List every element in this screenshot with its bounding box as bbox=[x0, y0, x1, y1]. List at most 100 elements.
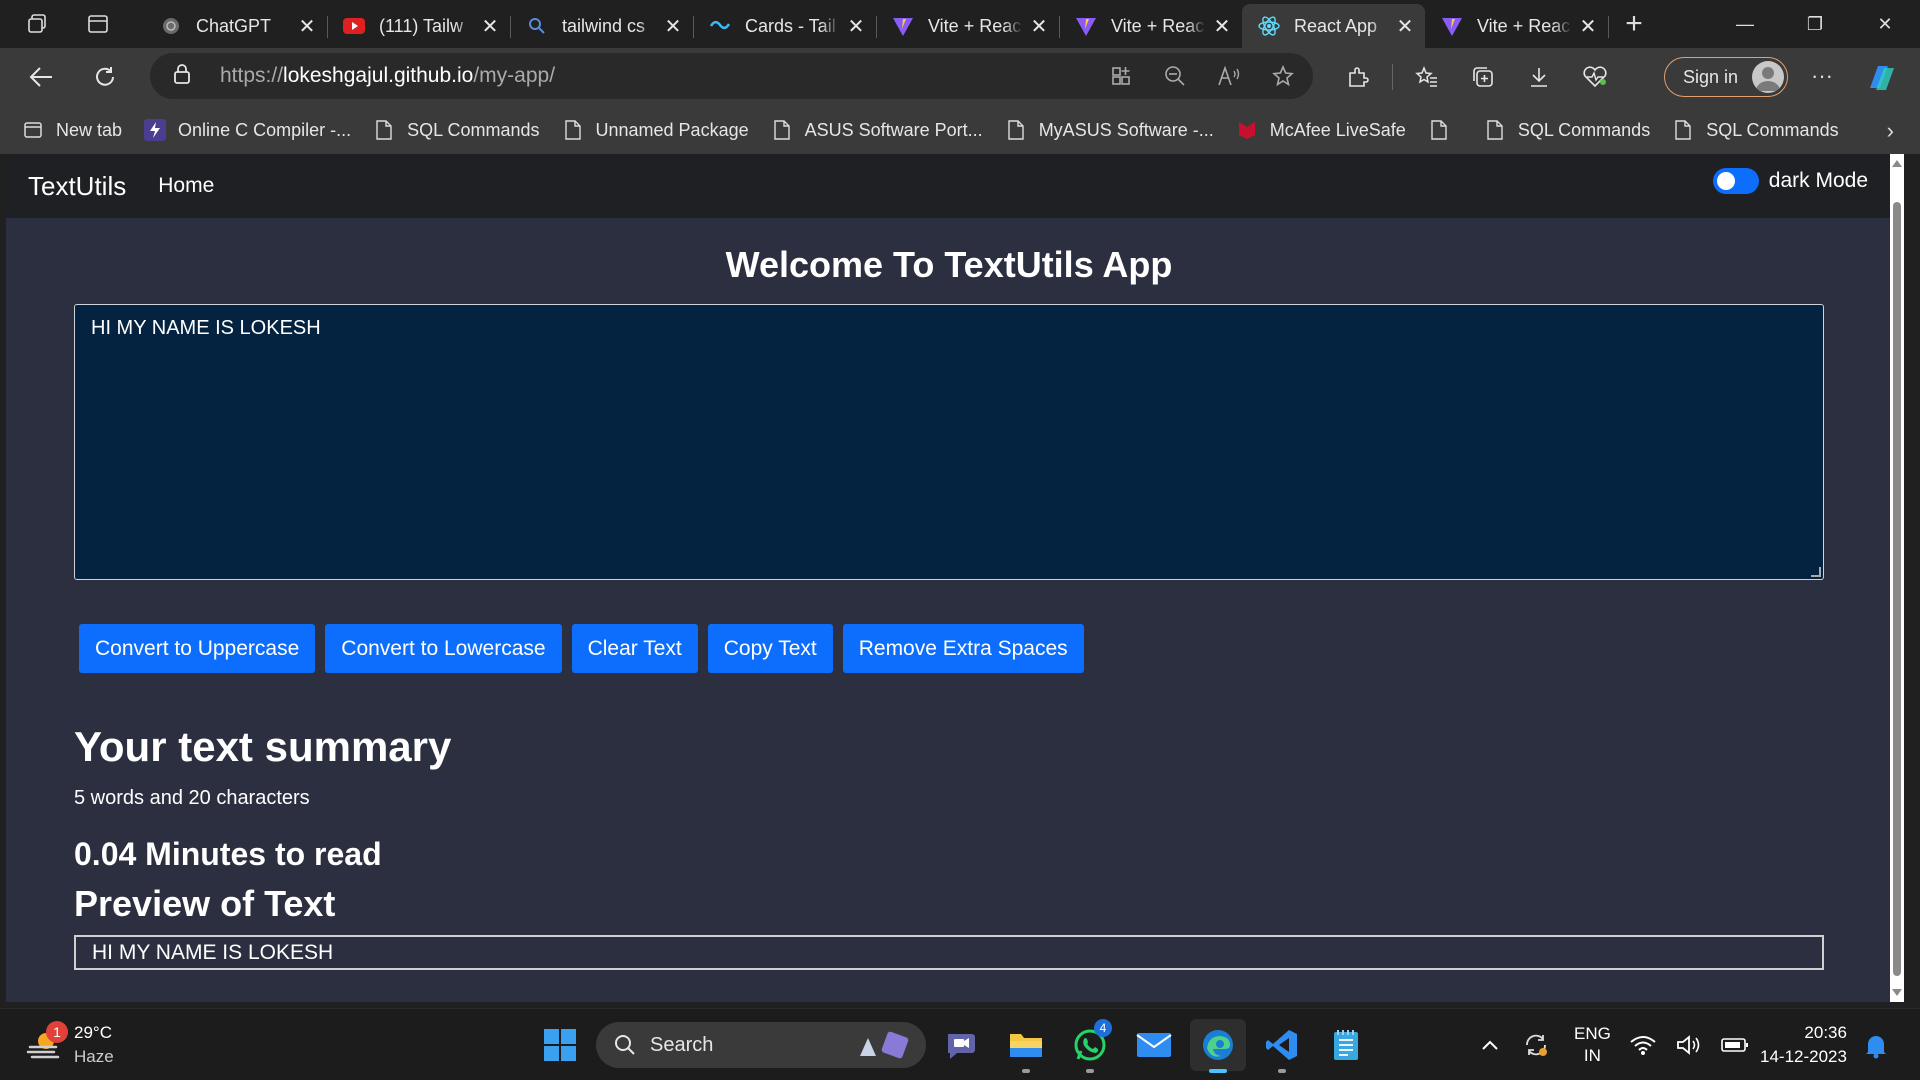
toggle-knob bbox=[1716, 172, 1735, 190]
favorite-item[interactable]: SQL Commands bbox=[373, 119, 540, 141]
url-text[interactable]: https://lokeshgajul.github.io/my-app/ bbox=[220, 64, 555, 88]
more-options-icon[interactable]: ··· bbox=[1802, 58, 1842, 98]
notepad-icon[interactable] bbox=[1318, 1019, 1374, 1071]
back-arrow-icon[interactable] bbox=[18, 54, 64, 100]
close-icon[interactable]: ✕ bbox=[480, 14, 500, 39]
close-icon[interactable]: ✕ bbox=[1395, 14, 1415, 39]
weather-badge: 1 bbox=[46, 1021, 68, 1043]
chevron-right-icon[interactable]: › bbox=[1887, 118, 1894, 144]
sign-in-button[interactable]: Sign in bbox=[1664, 57, 1788, 97]
favorite-item[interactable]: McAfee LiveSafe bbox=[1236, 119, 1406, 141]
restore-icon[interactable]: ❐ bbox=[1780, 0, 1850, 48]
uppercase-button[interactable]: Convert to Uppercase bbox=[79, 624, 316, 673]
extensions-icon[interactable] bbox=[1330, 54, 1386, 100]
teams-chat-icon[interactable] bbox=[934, 1019, 990, 1071]
lang-region: IN bbox=[1583, 1046, 1601, 1065]
vscode-icon[interactable] bbox=[1254, 1019, 1310, 1073]
running-indicator bbox=[1278, 1069, 1286, 1073]
scroll-down-arrow-icon[interactable] bbox=[1892, 989, 1902, 996]
new-tab-plus-icon[interactable]: + bbox=[1614, 4, 1654, 44]
copy-text-button[interactable]: Copy Text bbox=[707, 624, 833, 673]
browser-essentials-icon[interactable] bbox=[1567, 54, 1623, 100]
favorite-item[interactable] bbox=[1428, 119, 1462, 141]
app-brand[interactable]: TextUtils bbox=[28, 171, 126, 202]
close-window-icon[interactable]: ✕ bbox=[1850, 0, 1920, 48]
windows-start-icon[interactable] bbox=[534, 1019, 586, 1071]
address-bar[interactable]: https://lokeshgajul.github.io/my-app/ bbox=[150, 53, 1313, 99]
notification-bell-icon[interactable] bbox=[1864, 1033, 1890, 1059]
remove-spaces-button[interactable]: Remove Extra Spaces bbox=[842, 624, 1084, 673]
close-icon[interactable]: ✕ bbox=[1578, 14, 1598, 39]
mail-icon[interactable] bbox=[1126, 1019, 1182, 1071]
favorite-label: New tab bbox=[56, 119, 123, 140]
chevron-up-icon[interactable] bbox=[1470, 1025, 1510, 1065]
tab-label: (111) Tailw bbox=[379, 15, 464, 36]
close-icon[interactable]: ✕ bbox=[297, 14, 317, 39]
favorite-item[interactable]: SQL Commands bbox=[1484, 119, 1650, 141]
browser-tab-active[interactable]: React App ✕ bbox=[1242, 4, 1425, 48]
app-available-icon[interactable] bbox=[1101, 56, 1141, 96]
clear-text-button[interactable]: Clear Text bbox=[571, 624, 698, 673]
close-icon[interactable]: ✕ bbox=[1212, 14, 1232, 39]
volume-icon[interactable] bbox=[1669, 1025, 1709, 1065]
preview-heading: Preview of Text bbox=[74, 883, 336, 924]
weather-widget[interactable]: 1 29°C Haze bbox=[26, 1021, 114, 1069]
edge-browser-icon[interactable] bbox=[1190, 1019, 1246, 1073]
bolt-icon bbox=[144, 119, 167, 141]
page-scrollbar[interactable] bbox=[1890, 154, 1904, 1002]
browser-tab[interactable]: ChatGPT ✕ bbox=[144, 6, 328, 46]
scroll-thumb[interactable] bbox=[1893, 202, 1901, 976]
browser-tab[interactable]: Cards - Tail ✕ bbox=[693, 6, 877, 46]
browser-tab[interactable]: tailwind cs ✕ bbox=[510, 6, 694, 46]
running-indicator bbox=[1209, 1069, 1227, 1073]
favorite-label: ASUS Software Port... bbox=[804, 119, 983, 140]
favorite-item[interactable]: Online C Compiler -... bbox=[144, 119, 351, 141]
lock-icon[interactable] bbox=[172, 63, 196, 90]
minimize-icon[interactable]: — bbox=[1710, 0, 1780, 48]
whatsapp-icon[interactable]: 4 bbox=[1062, 1019, 1118, 1073]
text-input-area[interactable]: HI MY NAME IS LOKESH bbox=[74, 304, 1824, 580]
favorite-star-icon[interactable] bbox=[1263, 56, 1303, 96]
lang-code: ENG bbox=[1574, 1024, 1611, 1043]
favorite-item[interactable]: SQL Commands bbox=[1672, 119, 1839, 141]
copilot-icon[interactable] bbox=[1862, 58, 1902, 98]
collections-icon[interactable] bbox=[1455, 54, 1511, 100]
close-icon[interactable]: ✕ bbox=[846, 14, 866, 39]
wifi-icon[interactable] bbox=[1623, 1025, 1663, 1065]
browser-tab[interactable]: (111) Tailw ✕ bbox=[327, 6, 511, 46]
page-title: Welcome To TextUtils App bbox=[725, 244, 1173, 285]
favorite-item[interactable]: Unnamed Package bbox=[562, 119, 749, 141]
nav-link-home[interactable]: Home bbox=[158, 174, 214, 198]
scroll-up-arrow-icon[interactable] bbox=[1892, 160, 1902, 167]
refresh-icon[interactable] bbox=[82, 54, 128, 100]
search-icon bbox=[615, 1035, 635, 1055]
close-icon[interactable]: ✕ bbox=[663, 14, 683, 39]
lowercase-button[interactable]: Convert to Lowercase bbox=[325, 624, 562, 673]
read-aloud-icon[interactable] bbox=[1209, 56, 1249, 96]
favorite-label: McAfee LiveSafe bbox=[1269, 119, 1406, 140]
favorite-item[interactable]: ASUS Software Port... bbox=[771, 119, 983, 141]
battery-icon[interactable] bbox=[1715, 1025, 1755, 1065]
favorite-label: SQL Commands bbox=[407, 119, 540, 140]
workspaces-icon[interactable] bbox=[18, 4, 58, 44]
resize-handle-icon[interactable] bbox=[1811, 567, 1821, 577]
sync-icon[interactable] bbox=[1516, 1025, 1556, 1065]
tab-actions-icon[interactable] bbox=[78, 4, 118, 44]
system-clock[interactable]: 20:36 14-12-2023 bbox=[1760, 1021, 1847, 1069]
close-icon[interactable]: ✕ bbox=[1029, 14, 1049, 39]
browser-tab[interactable]: Vite + Reac ✕ bbox=[876, 6, 1060, 46]
page-icon bbox=[771, 119, 793, 141]
favorites-icon[interactable] bbox=[1399, 54, 1455, 100]
toggle-switch[interactable] bbox=[1712, 168, 1759, 194]
language-indicator[interactable]: ENG IN bbox=[1574, 1023, 1611, 1067]
favorite-item[interactable]: MyASUS Software -... bbox=[1005, 119, 1214, 141]
zoom-icon[interactable] bbox=[1155, 56, 1195, 96]
browser-tab[interactable]: Vite + Reac ✕ bbox=[1059, 6, 1243, 46]
file-explorer-icon[interactable] bbox=[998, 1019, 1054, 1073]
favorites-bar: New tab Online C Compiler -... SQL Comma… bbox=[0, 106, 1920, 154]
dark-mode-toggle[interactable]: dark Mode bbox=[1712, 168, 1868, 194]
browser-tab[interactable]: Vite + Reac ✕ bbox=[1425, 6, 1609, 46]
taskbar-search[interactable]: Search bbox=[596, 1022, 926, 1068]
downloads-icon[interactable] bbox=[1511, 54, 1567, 100]
favorite-item[interactable]: New tab bbox=[22, 119, 122, 141]
